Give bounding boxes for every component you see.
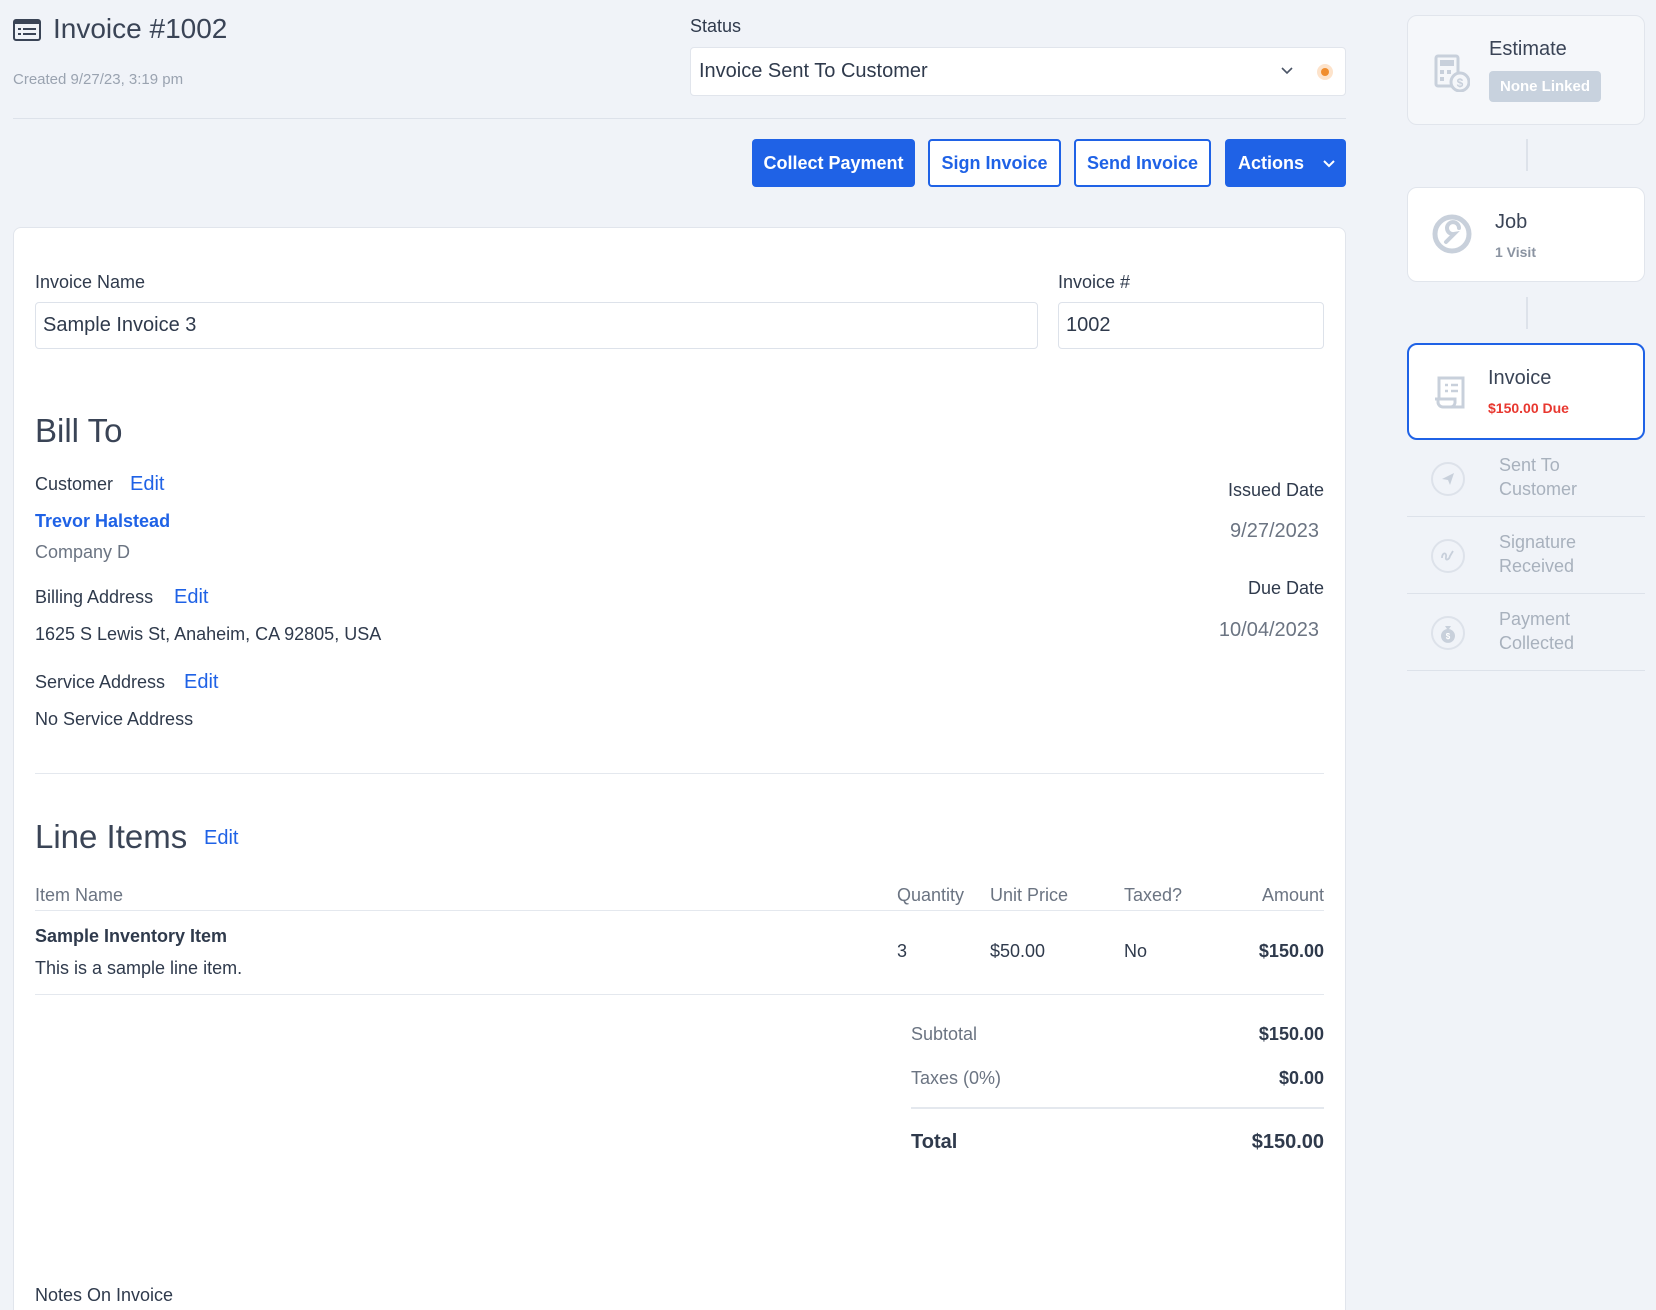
service-address-label: Service Address — [35, 672, 165, 693]
column-amount: Amount — [1262, 885, 1324, 906]
billing-address-value: 1625 S Lewis St, Anaheim, CA 92805, USA — [35, 624, 381, 645]
signature-icon — [1431, 539, 1465, 573]
timeline-connector — [1526, 139, 1528, 171]
customer-name-link[interactable]: Trevor Halstead — [35, 511, 170, 532]
customer-label: Customer — [35, 474, 113, 495]
column-taxed: Taxed? — [1124, 885, 1182, 906]
section-divider — [35, 773, 1324, 774]
invoice-list-icon — [13, 18, 41, 42]
step-label-line2: Customer — [1499, 477, 1577, 501]
billing-address-label: Billing Address — [35, 587, 153, 608]
step-sent-to-customer: Sent To Customer — [1407, 441, 1645, 517]
estimate-none-linked-badge: None Linked — [1489, 71, 1601, 102]
job-title: Job — [1495, 211, 1527, 234]
taxes-label: Taxes (0%) — [911, 1068, 1001, 1089]
item-unit-price: $50.00 — [990, 941, 1045, 962]
step-label-line1: Signature — [1499, 530, 1576, 554]
bill-to-heading: Bill To — [35, 412, 122, 450]
invoice-due-amount: $150.00 Due — [1488, 400, 1569, 416]
step-signature-received: Signature Received — [1407, 518, 1645, 594]
money-bag-icon: $ — [1431, 616, 1465, 650]
sidebar-estimate-card[interactable]: $ Estimate None Linked — [1407, 15, 1645, 125]
page-title: Invoice #1002 — [53, 13, 227, 45]
item-description: This is a sample line item. — [35, 958, 242, 979]
table-row[interactable]: Sample Inventory Item This is a sample l… — [14, 911, 1345, 991]
total-label: Total — [911, 1131, 957, 1154]
invoice-name-input[interactable]: Sample Invoice 3 — [35, 302, 1038, 349]
step-label-line1: Payment — [1499, 607, 1574, 631]
column-unit-price: Unit Price — [990, 885, 1068, 906]
due-date-value[interactable]: 10/04/2023 — [1219, 619, 1319, 642]
chevron-down-icon — [1320, 154, 1338, 172]
step-label-line2: Collected — [1499, 631, 1574, 655]
invoice-card: Invoice Name Sample Invoice 3 Invoice # … — [13, 227, 1346, 1310]
issued-date-value[interactable]: 9/27/2023 — [1230, 520, 1319, 543]
status-dot-icon — [1317, 64, 1333, 80]
sign-invoice-button[interactable]: Sign Invoice — [928, 139, 1061, 187]
timeline-connector — [1526, 297, 1528, 329]
subtotal-label: Subtotal — [911, 1024, 977, 1045]
status-select[interactable]: Invoice Sent To Customer — [690, 47, 1346, 96]
send-invoice-button[interactable]: Send Invoice — [1074, 139, 1211, 187]
paper-plane-icon — [1431, 462, 1465, 496]
actions-button[interactable]: Actions — [1225, 139, 1346, 187]
step-payment-collected: $ Payment Collected — [1407, 595, 1645, 671]
step-label-line1: Sent To — [1499, 453, 1577, 477]
issued-date-label: Issued Date — [1228, 480, 1324, 501]
invoice-number-label: Invoice # — [1058, 272, 1130, 293]
subtotal-value: $150.00 — [1259, 1024, 1324, 1045]
totals-divider — [911, 1107, 1324, 1109]
customer-company: Company D — [35, 542, 130, 563]
total-value: $150.00 — [1252, 1131, 1324, 1154]
chevron-down-icon — [1279, 60, 1295, 80]
sidebar-job-card[interactable]: Job 1 Visit — [1407, 187, 1645, 282]
svg-text:$: $ — [1446, 632, 1451, 641]
collect-payment-button[interactable]: Collect Payment — [752, 139, 915, 187]
header-divider — [13, 118, 1346, 119]
item-taxed: No — [1124, 941, 1147, 962]
step-label-line2: Received — [1499, 554, 1576, 578]
column-quantity: Quantity — [897, 885, 964, 906]
receipt-icon — [1433, 375, 1467, 411]
customer-edit-link[interactable]: Edit — [130, 473, 164, 496]
status-value: Invoice Sent To Customer — [699, 60, 928, 83]
actions-label: Actions — [1238, 153, 1304, 174]
service-address-value: No Service Address — [35, 709, 193, 730]
table-row-divider — [35, 994, 1324, 995]
line-items-heading: Line Items — [35, 818, 187, 856]
column-item-name: Item Name — [35, 885, 123, 906]
invoice-name-label: Invoice Name — [35, 272, 145, 293]
invoice-number-input[interactable]: 1002 — [1058, 302, 1324, 349]
created-timestamp: Created 9/27/23, 3:19 pm — [13, 71, 183, 88]
job-visits: 1 Visit — [1495, 244, 1536, 260]
wrench-icon — [1432, 214, 1472, 254]
estimate-calculator-icon: $ — [1434, 54, 1470, 92]
billing-address-edit-link[interactable]: Edit — [174, 586, 208, 609]
line-items-edit-link[interactable]: Edit — [204, 827, 238, 850]
due-date-label: Due Date — [1248, 578, 1324, 599]
status-label: Status — [690, 16, 741, 37]
invoice-title: Invoice — [1488, 367, 1551, 390]
item-quantity: 3 — [897, 941, 907, 962]
sidebar-invoice-card[interactable]: Invoice $150.00 Due — [1407, 343, 1645, 440]
item-amount: $150.00 — [1259, 941, 1324, 962]
service-address-edit-link[interactable]: Edit — [184, 671, 218, 694]
svg-text:$: $ — [1457, 76, 1464, 90]
taxes-value: $0.00 — [1279, 1068, 1324, 1089]
estimate-title: Estimate — [1489, 38, 1567, 61]
notes-label: Notes On Invoice — [35, 1285, 173, 1306]
item-name: Sample Inventory Item — [35, 926, 227, 947]
